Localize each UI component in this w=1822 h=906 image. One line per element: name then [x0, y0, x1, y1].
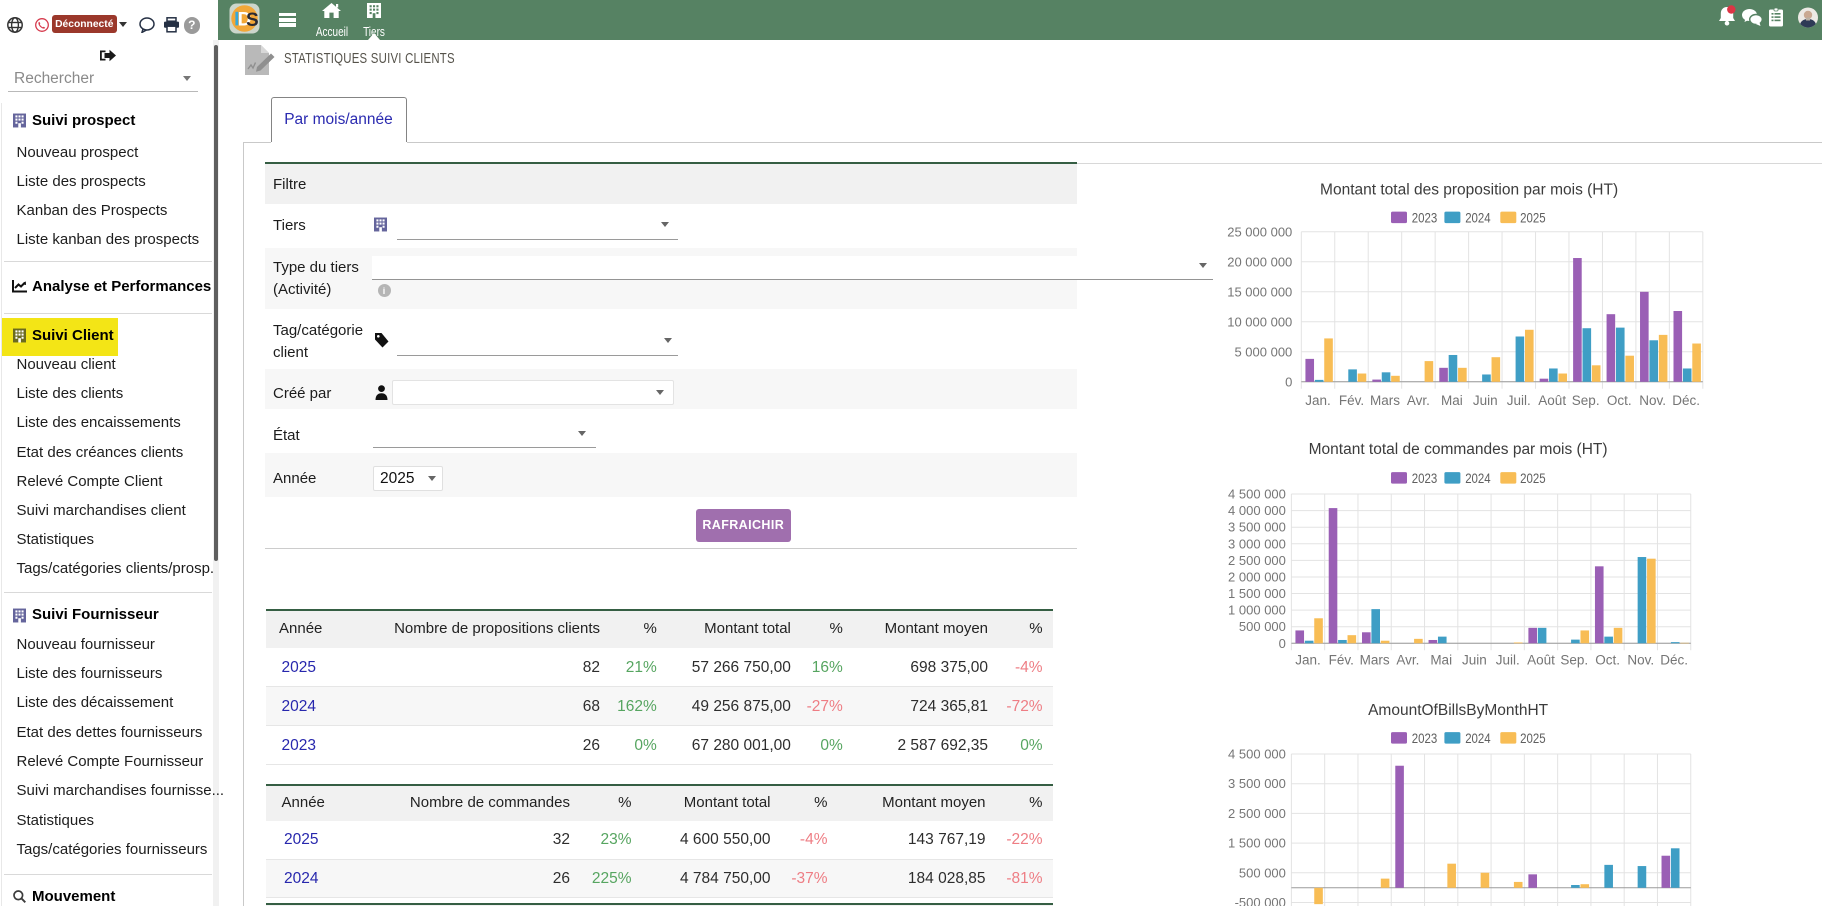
svg-text:4 000 000: 4 000 000 [1228, 503, 1286, 518]
svg-text:1 000 000: 1 000 000 [1228, 603, 1286, 618]
svg-text:2023: 2023 [1412, 730, 1438, 746]
svg-text:500 000: 500 000 [1239, 865, 1286, 880]
svg-text:Mars: Mars [1360, 653, 1390, 668]
svg-text:Fév.: Fév. [1329, 653, 1354, 668]
svg-text:25 000 000: 25 000 000 [1227, 224, 1292, 239]
svg-text:Mars: Mars [1370, 393, 1400, 408]
svg-text:Août: Août [1527, 653, 1555, 668]
svg-text:Oct.: Oct. [1595, 653, 1620, 668]
svg-text:Sep.: Sep. [1560, 653, 1588, 668]
svg-text:10 000 000: 10 000 000 [1227, 314, 1292, 329]
svg-text:Déc.: Déc. [1660, 653, 1688, 668]
svg-text:2 500 000: 2 500 000 [1228, 553, 1286, 568]
svg-text:S: S [246, 10, 259, 31]
svg-text:1 500 000: 1 500 000 [1228, 836, 1286, 851]
svg-text:AmountOfBillsByMonthHT: AmountOfBillsByMonthHT [1368, 702, 1549, 719]
svg-text:Montant total des proposition: Montant total des proposition par mois (… [1320, 182, 1618, 199]
svg-text:5 000 000: 5 000 000 [1234, 344, 1292, 359]
svg-text:0: 0 [1279, 636, 1286, 651]
svg-text:Jan.: Jan. [1295, 653, 1321, 668]
svg-text:Montant total de commandes par: Montant total de commandes par mois (HT) [1309, 441, 1608, 458]
svg-text:3 500 000: 3 500 000 [1228, 776, 1286, 791]
svg-text:Déc.: Déc. [1672, 393, 1700, 408]
svg-text:2 000 000: 2 000 000 [1228, 570, 1286, 585]
svg-text:Avr.: Avr. [1396, 653, 1419, 668]
svg-text:2025: 2025 [1520, 470, 1546, 486]
svg-text:Nov.: Nov. [1627, 653, 1654, 668]
svg-text:1 500 000: 1 500 000 [1228, 586, 1286, 601]
svg-text:Nov.: Nov. [1639, 393, 1666, 408]
svg-text:Juin: Juin [1462, 653, 1487, 668]
svg-text:Mai: Mai [1430, 653, 1452, 668]
svg-text:Juil.: Juil. [1496, 653, 1520, 668]
svg-text:Fév.: Fév. [1339, 393, 1364, 408]
svg-text:-500 000: -500 000 [1235, 895, 1286, 906]
svg-text:2 500 000: 2 500 000 [1228, 806, 1286, 821]
svg-text:4 500 000: 4 500 000 [1228, 747, 1286, 762]
svg-text:500 000: 500 000 [1239, 619, 1286, 634]
svg-text:Jan.: Jan. [1305, 393, 1331, 408]
svg-text:4 500 000: 4 500 000 [1228, 487, 1286, 502]
svg-text:2025: 2025 [1520, 730, 1546, 746]
svg-text:20 000 000: 20 000 000 [1227, 254, 1292, 269]
svg-text:0: 0 [1285, 374, 1292, 389]
svg-text:Mai: Mai [1441, 393, 1463, 408]
svg-text:Juil.: Juil. [1507, 393, 1531, 408]
svg-text:3 000 000: 3 000 000 [1228, 536, 1286, 551]
svg-text:2023: 2023 [1412, 210, 1438, 226]
svg-text:2023: 2023 [1412, 470, 1438, 486]
svg-text:2025: 2025 [1520, 210, 1546, 226]
svg-text:3 500 000: 3 500 000 [1228, 520, 1286, 535]
svg-text:Juin: Juin [1473, 393, 1498, 408]
svg-text:Août: Août [1538, 393, 1566, 408]
svg-text:2024: 2024 [1465, 210, 1491, 226]
svg-text:Avr.: Avr. [1407, 393, 1430, 408]
svg-text:15 000 000: 15 000 000 [1227, 284, 1292, 299]
svg-text:2024: 2024 [1465, 730, 1491, 746]
svg-text:2024: 2024 [1465, 470, 1491, 486]
svg-text:Oct.: Oct. [1607, 393, 1632, 408]
svg-text:Sep.: Sep. [1572, 393, 1600, 408]
